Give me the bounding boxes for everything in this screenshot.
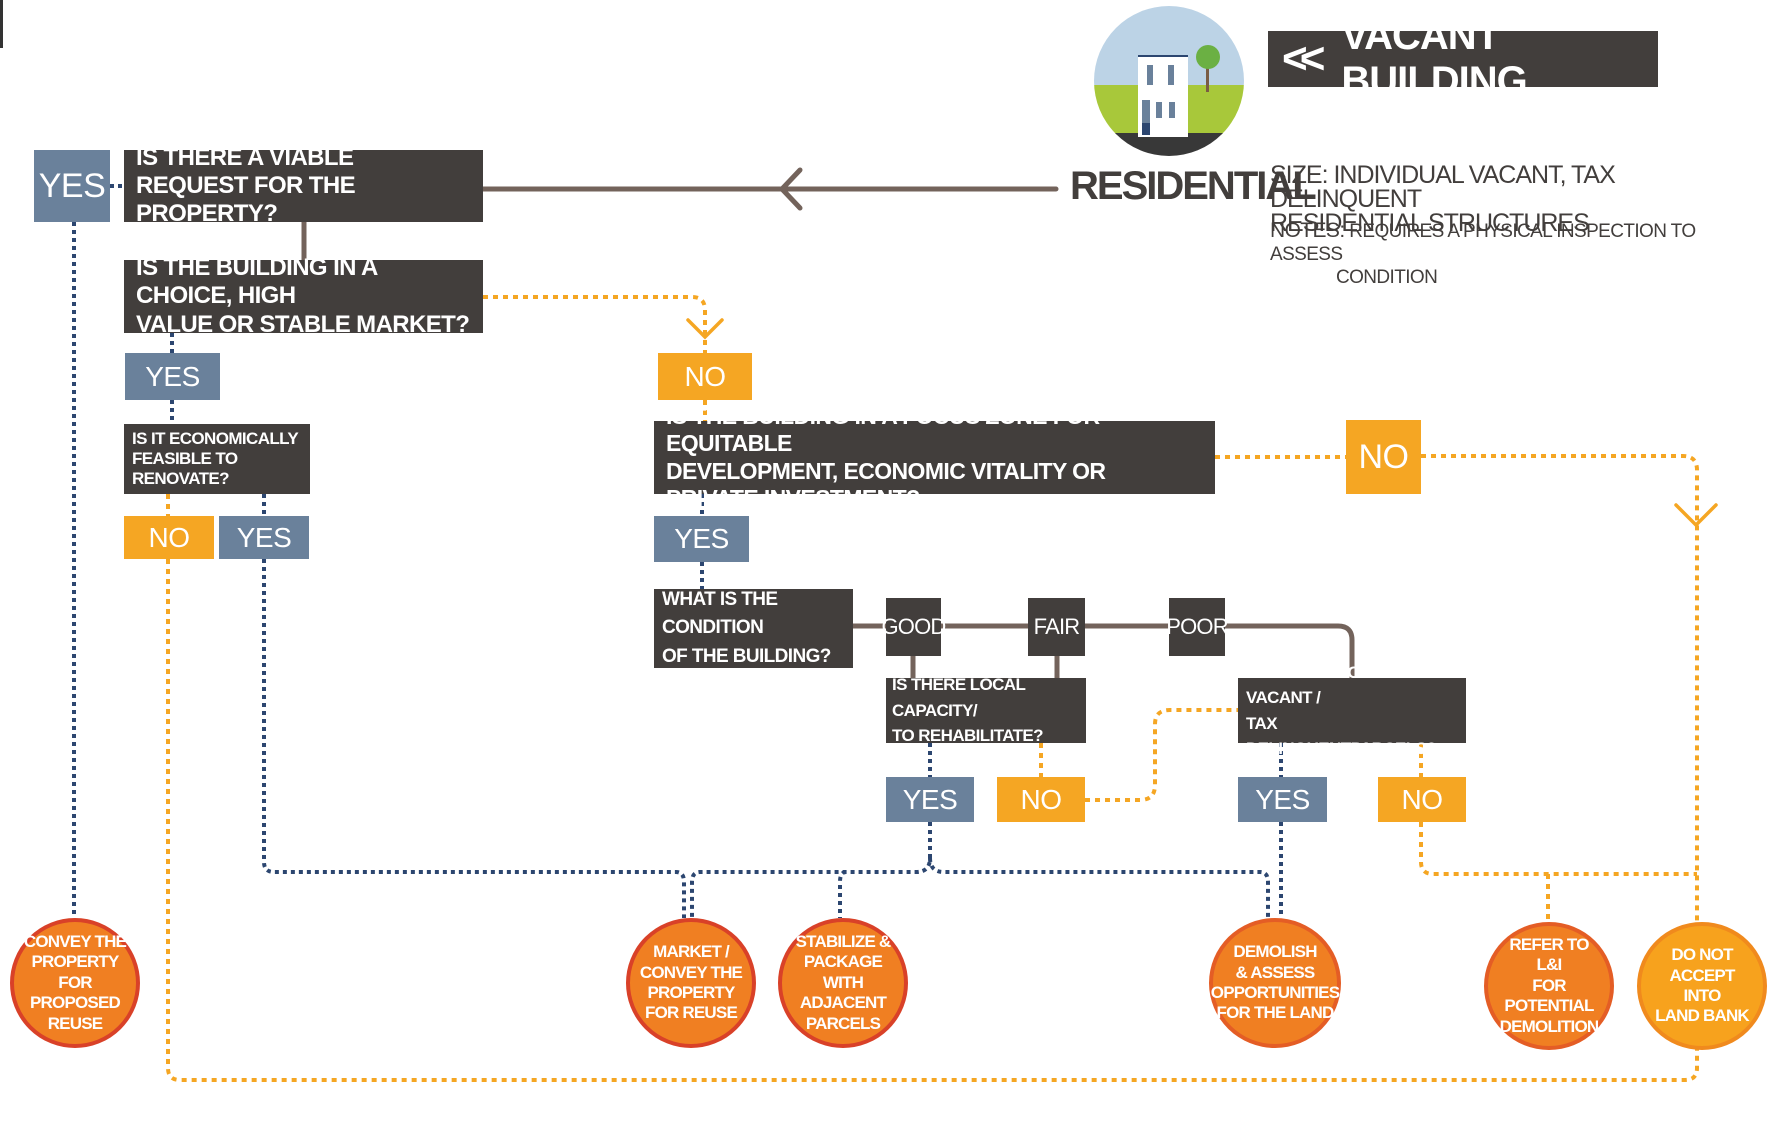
outcome-do-not-accept: DO NOT ACCEPT INTO LAND BANK xyxy=(1637,922,1767,1050)
answer-no-focus-zone: NO xyxy=(1346,420,1421,494)
no6-to-adjacent xyxy=(1085,708,1238,802)
notes-info: NOTES: REQUIRES A PHYSICAL INSPECTION TO… xyxy=(1270,218,1770,289)
answer-yes-economically-feasible: YES xyxy=(219,516,309,559)
answer-no-local-capacity: NO xyxy=(997,777,1085,822)
question-economically-feasible: IS IT ECONOMICALLY FEASIBLE TO RENOVATE? xyxy=(124,424,310,494)
yes6-to-stabilize xyxy=(838,870,847,918)
no7-to-refer xyxy=(1419,822,1697,876)
notes-label: NOTES: xyxy=(1270,219,1345,242)
outcome-demolish-assess: DEMOLISH & ASSESS OPPORTUNITIES FOR THE LAN… xyxy=(1209,918,1341,1048)
question-adjacent: ADJACENT TO OTHER VACANT / TAX DELINQUENT… xyxy=(1238,663,1466,758)
yes6-to-demolish xyxy=(928,857,1270,918)
condition-fair: FAIR xyxy=(1028,598,1085,656)
outcome-refer-li: REFER TO L&I FOR POTENTIAL DEMOLITION xyxy=(1484,922,1614,1050)
answer-yes-adjacent: YES xyxy=(1238,777,1327,822)
rowhouse-with-tree-icon xyxy=(1094,6,1244,156)
outcome-stabilize-package: STABILIZE & PACKAGE WITH ADJACENT PARCELS xyxy=(778,918,908,1048)
answer-no-choice-market: NO xyxy=(658,353,752,400)
residential-icon xyxy=(1093,5,1245,157)
yes3-to-market xyxy=(262,559,686,918)
answer-yes-choice-market: YES xyxy=(125,353,220,400)
question-choice-market: IS THE BUILDING IN A CHOICE, HIGH VALUE O… xyxy=(124,254,483,338)
edge-artifact xyxy=(0,0,3,48)
question-condition: WHAT IS THE CONDITION OF THE BUILDING? xyxy=(654,589,853,668)
banner-title: VACANT BUILDING xyxy=(1341,14,1527,103)
outcome-convey-reuse: CONVEY THE PROPERTY FOR PROPOSED REUSE xyxy=(10,918,140,1048)
vacant-building-banner: << VACANT BUILDING xyxy=(1268,14,1658,103)
answer-yes-local-capacity: YES xyxy=(886,777,974,822)
answer-no-adjacent: NO xyxy=(1378,777,1466,822)
notes-text-line2: CONDITION xyxy=(1336,266,1438,288)
condition-good: GOOD xyxy=(881,598,946,656)
condition-poor: POOR xyxy=(1166,598,1229,656)
q2-to-no xyxy=(483,295,707,353)
double-chevron-left-icon: << xyxy=(1282,34,1325,83)
answer-no-economically-feasible: NO xyxy=(124,516,214,559)
answer-yes-focus-zone: YES xyxy=(654,516,749,562)
answer-yes-viable-request: YES xyxy=(34,150,110,222)
outcome-market-convey: MARKET / CONVEY THE PROPERTY FOR REUSE xyxy=(626,918,756,1048)
question-local-capacity: IS THERE LOCAL CAPACITY/TO REHABILITATE? xyxy=(886,675,1086,745)
question-viable-request: IS THERE A VIABLE REQUEST FOR THE PROPERT… xyxy=(124,144,483,227)
yes6-to-outcomes xyxy=(690,822,932,918)
question-focus-zone: IS THE BUILDING IN A FOCUS ZONE FOR EQUI… xyxy=(654,403,1215,511)
